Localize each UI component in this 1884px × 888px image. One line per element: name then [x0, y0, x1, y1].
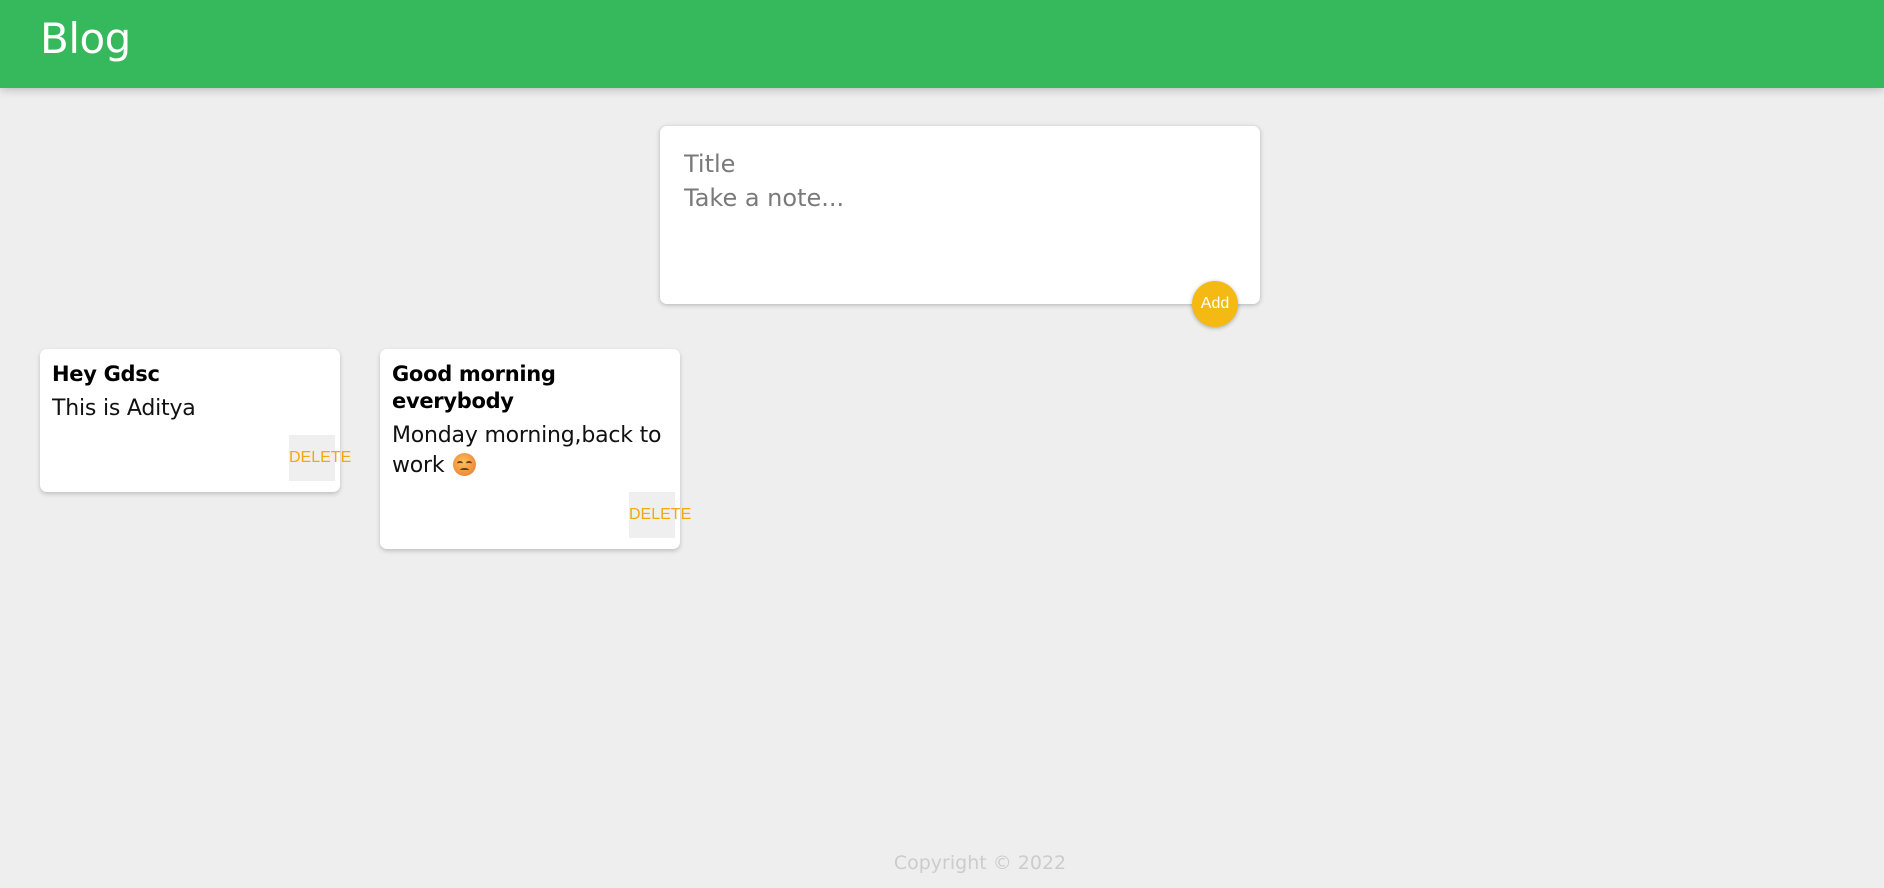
add-note-button[interactable]: Add [1192, 281, 1238, 327]
note-card: Good morning everybody Monday morning,ba… [380, 349, 691, 549]
note-title-input[interactable] [684, 146, 1224, 182]
note-content: Monday morning,back to work [392, 421, 668, 481]
copyright-text: Copyright © 2022 [893, 852, 1067, 874]
note-title: Good morning everybody [392, 362, 556, 413]
delete-note-button[interactable]: DELETE [289, 435, 351, 481]
weary-face-icon [453, 453, 477, 476]
app-header: Blog [0, 0, 1884, 88]
app-title: Blog [40, 14, 131, 63]
note-card: Hey Gdsc This is Aditya DELETE [40, 349, 351, 492]
note-composer [660, 126, 1260, 304]
note-content-text: Monday morning,back to work [392, 423, 662, 478]
page-footer: Copyright © 2022 [0, 852, 1884, 874]
delete-note-button[interactable]: DELETE [629, 492, 691, 538]
note-title: Hey Gdsc [52, 362, 160, 386]
note-content-input[interactable] [684, 184, 1224, 274]
note-content: This is Aditya [52, 396, 196, 421]
